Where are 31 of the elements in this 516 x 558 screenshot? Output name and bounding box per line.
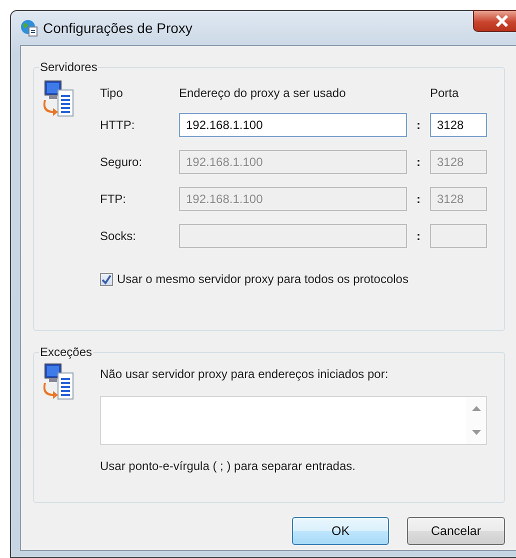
separator: :	[416, 228, 422, 242]
port-field[interactable]: 3128	[430, 112, 487, 136]
dialog-button[interactable]: OK	[292, 517, 389, 545]
close-icon	[494, 15, 508, 27]
address-field[interactable]: 192.168.1.100	[179, 112, 407, 136]
scrollbar[interactable]	[466, 397, 486, 444]
protocol-label: FTP:	[100, 192, 127, 206]
window-title: Configurações de Proxy	[43, 20, 192, 36]
separator: :	[416, 118, 422, 132]
protocol-label: Seguro:	[100, 154, 144, 168]
field-label: Não usar servidor proxy para endereços iniciados por:	[100, 367, 390, 381]
checkbox-label[interactable]: Usar o mesmo servidor proxy para todos os protocolos	[117, 272, 408, 286]
exceptions-field[interactable]	[100, 396, 487, 445]
separator: :	[416, 192, 422, 206]
separator: :	[416, 154, 422, 168]
dialog-button[interactable]: Cancelar	[407, 517, 505, 545]
network-icon	[42, 363, 76, 401]
column-header: Porta	[430, 86, 460, 100]
group-title: Exceções	[39, 345, 94, 359]
checkbox[interactable]	[100, 272, 113, 286]
column-header: Endereço do proxy a ser usado	[179, 86, 347, 100]
hint-text: Usar ponto-e-vírgula ( ; ) para separar entradas.	[100, 459, 356, 473]
network-icon	[42, 80, 76, 118]
protocol-label: HTTP:	[100, 118, 136, 132]
protocol-label: Socks:	[100, 228, 138, 242]
globe-icon	[20, 19, 38, 37]
group-title: Servidores	[39, 60, 98, 74]
close-button[interactable]	[473, 10, 516, 32]
column-header: Tipo	[100, 86, 124, 100]
scroll-down-icon[interactable]	[472, 430, 480, 435]
scroll-up-icon[interactable]	[472, 406, 480, 412]
